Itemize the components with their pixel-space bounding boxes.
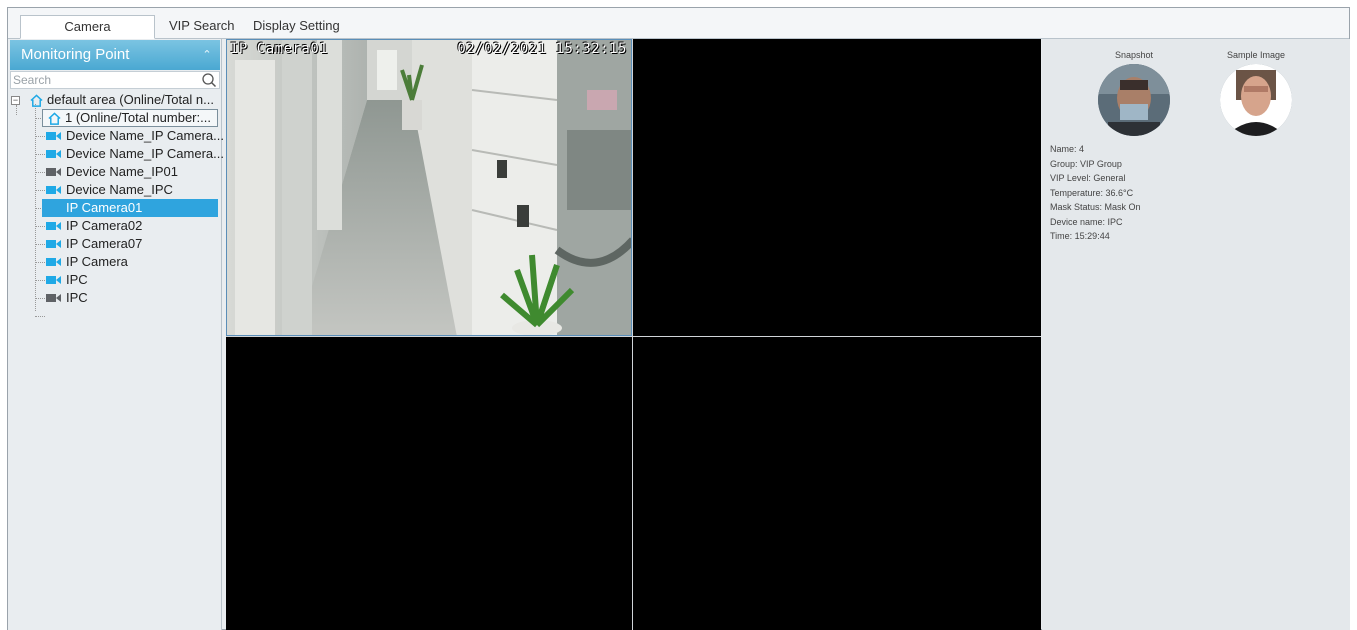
snapshot-label: Snapshot	[1114, 50, 1154, 60]
tree-line	[35, 136, 45, 137]
home-icon	[48, 112, 61, 125]
tab-display-setting[interactable]: Display Setting	[244, 15, 349, 39]
tree-line	[16, 105, 17, 115]
snapshot-face-icon	[1098, 64, 1170, 136]
sample-image-label: Sample Image	[1226, 50, 1286, 60]
tree-item-label: IPC	[66, 290, 88, 305]
tree-line	[35, 316, 45, 317]
tree-line	[35, 244, 45, 245]
tree-item-area-1[interactable]: 1 (Online/Total number:...	[42, 109, 218, 127]
tree-line	[35, 262, 45, 263]
tree-line	[35, 298, 45, 299]
video-cell-1[interactable]: IP Camera01 02/02/2021 15:32:15	[226, 39, 632, 336]
camera-online-icon	[46, 150, 61, 158]
camera-online-icon	[46, 222, 61, 230]
monitoring-point-title: Monitoring Point	[21, 46, 130, 63]
tab-bar: Camera Deployment VIP Search Display Set…	[8, 8, 1349, 56]
info-time: Time: 15:29:44	[1050, 231, 1110, 241]
video-cell-4[interactable]	[634, 338, 1041, 630]
tree-line	[35, 172, 45, 173]
tree-item-label: IPC	[66, 272, 88, 287]
camera-online-icon	[46, 132, 61, 140]
tree-item-label: IP Camera07	[66, 236, 143, 251]
tree-item-label: Device Name_IPC	[66, 182, 173, 197]
app-window: Camera Deployment VIP Search Display Set…	[7, 7, 1350, 630]
tree-item-camera[interactable]: IP Camera02	[46, 217, 220, 235]
camera-offline-icon	[46, 294, 61, 302]
info-device-name: Device name: IPC	[1050, 216, 1123, 227]
camera-online-icon	[46, 276, 61, 284]
tab-camera-deployment[interactable]: Camera Deployment	[20, 15, 155, 56]
timestamp-overlay: 02/02/2021 15:32:15	[457, 41, 627, 57]
camera-online-icon	[46, 186, 61, 194]
monitoring-sidebar: Monitoring Point ⌃ Search − default area…	[8, 39, 224, 630]
tree-item-default-area[interactable]: default area (Online/Total n...	[28, 91, 220, 109]
tree-item-label: Device Name_IP Camera...	[66, 128, 224, 143]
tab-vip-search[interactable]: VIP Search	[160, 15, 244, 39]
tree-item-label: 1 (Online/Total number:...	[65, 110, 211, 125]
tree-item-label: Device Name_IP01	[66, 164, 178, 179]
tree-item-camera[interactable]: IPC	[46, 289, 220, 307]
tree-item-camera[interactable]: Device Name_IP Camera...	[46, 145, 224, 163]
info-name: Name: 4	[1050, 144, 1085, 154]
home-icon	[30, 94, 43, 107]
camera-feed-image	[227, 40, 631, 335]
vip-info-list: Name: 4 Group: VIP Group VIP Level: Gene…	[1050, 142, 1340, 244]
monitoring-point-header: Monitoring Point ⌃	[10, 40, 220, 70]
tree-item-label: Device Name_IP Camera...	[66, 146, 224, 161]
expand-toggle-icon[interactable]: −	[11, 96, 20, 105]
search-input[interactable]	[13, 72, 193, 88]
info-mask-status: Mask Status: Mask On	[1050, 202, 1141, 212]
tree-item-camera[interactable]: IP Camera	[46, 253, 220, 271]
video-cell-2[interactable]	[634, 39, 1041, 336]
camera-offline-icon	[46, 168, 61, 176]
tree-item-camera[interactable]: Device Name_IP01	[46, 163, 220, 181]
tree-line	[35, 154, 45, 155]
tree-item-camera[interactable]: IPC	[46, 271, 220, 289]
sample-face-icon	[1220, 64, 1292, 136]
grid-divider	[632, 39, 633, 630]
info-vip-level: VIP Level: General	[1050, 173, 1126, 183]
sample-image-avatar[interactable]	[1220, 64, 1292, 136]
vip-info-panel: Snapshot Sample Image Name: 4 Group: VIP…	[1042, 39, 1350, 630]
tree-item-camera[interactable]: Device Name_IPC	[46, 181, 220, 199]
tree-item-label: IP Camera02	[66, 218, 143, 233]
camera-name-overlay: IP Camera01	[230, 41, 329, 57]
tree-item-camera[interactable]: IP Camera07	[46, 235, 220, 253]
video-grid: IP Camera01 02/02/2021 15:32:15	[226, 39, 1041, 630]
info-group: Group: VIP Group	[1050, 158, 1122, 169]
tree-item-label: default area (Online/Total n...	[47, 92, 214, 107]
tree-item-camera[interactable]: Device Name_IP Camera...	[46, 127, 224, 145]
search-box	[10, 71, 220, 89]
camera-online-icon	[46, 240, 61, 248]
tree-line	[35, 280, 45, 281]
info-temperature: Temperature: 36.6°C	[1050, 187, 1134, 198]
tree-item-label: IP Camera	[66, 254, 128, 269]
collapse-icon[interactable]: ⌃	[200, 40, 214, 70]
video-cell-3[interactable]	[226, 338, 632, 630]
tree-item-camera-selected[interactable]: IP Camera01	[42, 199, 218, 217]
tree-line	[35, 226, 45, 227]
tree-line	[35, 190, 45, 191]
tree-item-label: IP Camera01	[66, 200, 143, 215]
grid-divider	[226, 336, 1041, 337]
search-icon[interactable]	[201, 72, 217, 88]
snapshot-avatar[interactable]	[1098, 64, 1170, 136]
camera-online-icon	[46, 258, 61, 266]
